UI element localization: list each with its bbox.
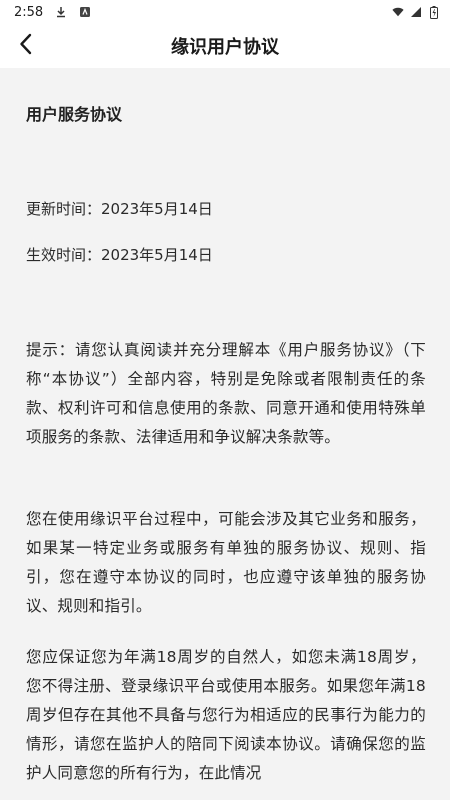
status-left: 2:58	[14, 5, 91, 20]
agreement-content[interactable]: 用户服务协议 更新时间：2023年5月14日 生效时间：2023年5月14日 提…	[0, 68, 450, 800]
signal-icon	[410, 6, 422, 18]
download-icon	[55, 6, 67, 18]
wifi-icon	[392, 6, 404, 18]
chevron-left-icon	[19, 33, 33, 59]
updated-date: 更新时间：2023年5月14日	[26, 200, 213, 218]
battery-icon	[428, 5, 440, 19]
paragraph-age-requirement: 您应保证您为年满18周岁的自然人，如您未满18周岁，您不得注册、登录缘识平台或使…	[26, 648, 426, 782]
status-right	[392, 5, 440, 19]
document-heading: 用户服务协议	[26, 105, 123, 124]
status-bar: 2:58	[0, 0, 450, 24]
page-title: 缘识用户协议	[171, 37, 279, 58]
app-header: 缘识用户协议	[0, 24, 450, 68]
paragraph-other-services: 您在使用缘识平台过程中，可能会涉及其它业务和服务，如果某一特定业务或服务有单独的…	[26, 510, 426, 615]
app-notification-icon	[79, 6, 91, 18]
effective-date: 生效时间：2023年5月14日	[26, 246, 213, 264]
paragraph-notice: 提示：请您认真阅读并充分理解本《用户服务协议》（下称“本协议”）全部内容，特别是…	[26, 341, 426, 446]
status-time: 2:58	[14, 4, 44, 20]
back-button[interactable]	[12, 32, 40, 60]
